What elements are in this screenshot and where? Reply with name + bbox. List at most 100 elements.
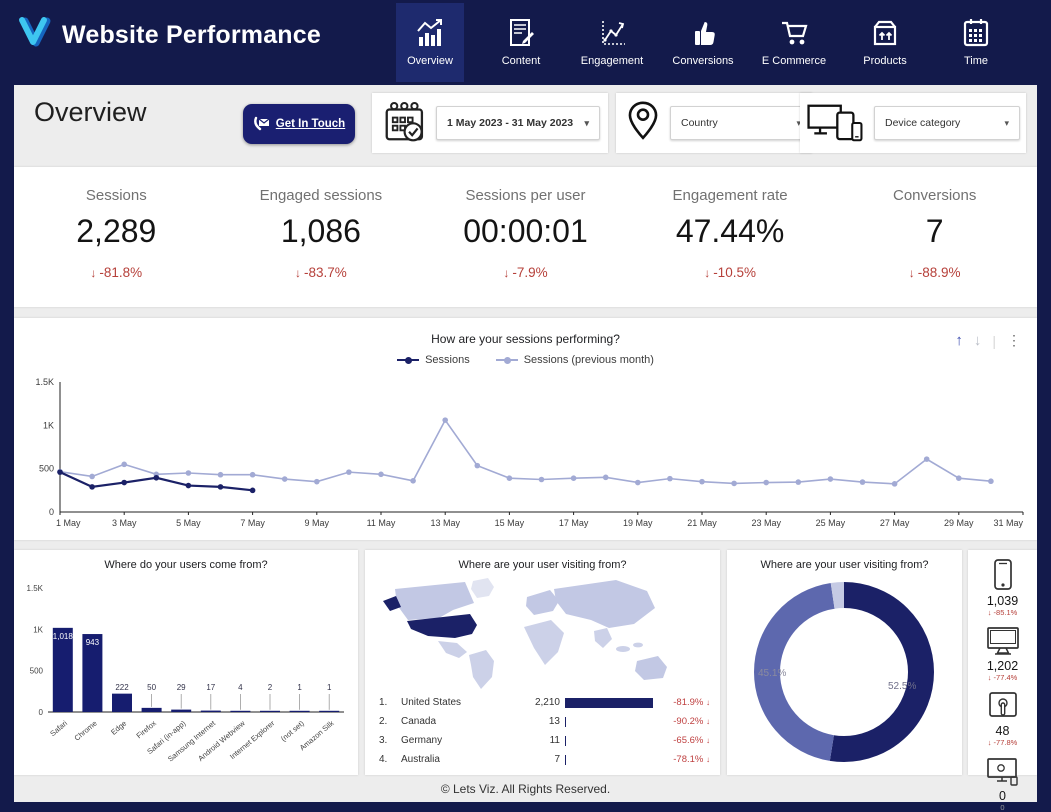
svg-text:1K: 1K: [33, 625, 43, 634]
device-category-value: Device category: [885, 117, 960, 129]
geo-map-panel: Where are your user visiting from? 1.Uni…: [365, 550, 720, 775]
calendar-icon: [960, 18, 992, 48]
kpi-label: Sessions per user: [465, 187, 585, 204]
date-filter-card: 1 May 2023 - 31 May 2023 ▾: [372, 93, 608, 153]
svg-text:15 May: 15 May: [495, 518, 525, 528]
device-kpi-desktop: 1,202 ↓ -77.4%: [968, 625, 1037, 682]
device-donut-chart: 45.1%52.5%: [748, 576, 940, 768]
nav-label: E Commerce: [762, 55, 826, 67]
device-delta: 0: [1000, 803, 1004, 812]
down-arrow-icon: ↓: [706, 736, 710, 745]
nav-item-engagement[interactable]: Engagement: [578, 3, 646, 82]
table-row: 4.Australia 7 -78.1% ↓: [365, 750, 720, 769]
nav-item-time[interactable]: Time: [942, 3, 1010, 82]
table-bar: [565, 736, 566, 746]
device-category-select[interactable]: Device category ▾: [874, 106, 1020, 140]
svg-text:52.5%: 52.5%: [888, 681, 916, 692]
device-value: 1,202: [987, 659, 1018, 673]
caret-down-icon: ▾: [584, 118, 589, 129]
app-header: Website Performance Overview Content: [0, 0, 1051, 85]
svg-text:29: 29: [177, 683, 186, 692]
svg-text:3 May: 3 May: [112, 518, 137, 528]
nav-label: Engagement: [581, 55, 643, 67]
legend-item-sessions-previous: Sessions (previous month): [496, 354, 654, 366]
device-value: 48: [996, 724, 1010, 738]
geo-map-title: Where are your user visiting from?: [365, 559, 720, 571]
kpi-delta: ↓-10.5%: [704, 265, 756, 280]
engagement-icon: [596, 18, 628, 48]
svg-text:222: 222: [115, 683, 129, 692]
legend-marker: [496, 359, 518, 361]
sort-up-icon[interactable]: ↑: [955, 332, 963, 349]
browser-bar-panel: Where do your users come from? 05001K1.5…: [14, 550, 358, 775]
content-icon: [505, 18, 537, 48]
donut-title: Where are your user visiting from?: [727, 559, 962, 571]
svg-text:25 May: 25 May: [816, 518, 846, 528]
table-bar: [565, 698, 653, 708]
svg-text:Firefox: Firefox: [135, 718, 159, 740]
svg-text:9 May: 9 May: [305, 518, 330, 528]
tablet-touch-icon: [986, 690, 1020, 722]
cart-icon: [778, 18, 810, 48]
overview-icon: [414, 18, 446, 48]
nav-label: Conversions: [672, 55, 733, 67]
nav-item-products[interactable]: Products: [851, 3, 919, 82]
table-row: 3.Germany 11 -65.6% ↓: [365, 731, 720, 750]
caret-down-icon: ▾: [1004, 118, 1009, 129]
box-icon: [869, 18, 901, 48]
get-in-touch-button[interactable]: Get In Touch: [243, 104, 355, 144]
device-filter-card: Device category ▾: [800, 93, 1026, 153]
svg-text:0: 0: [49, 507, 54, 517]
nav-item-overview[interactable]: Overview: [396, 3, 464, 82]
down-arrow-icon: ↓: [90, 266, 96, 280]
dashboard-root: { "header": { "title": "Website Performa…: [0, 0, 1051, 802]
kpi-value: 2,289: [76, 213, 156, 250]
device-delta: ↓ -85.1%: [988, 608, 1018, 617]
kebab-menu-icon[interactable]: ⋮: [1007, 332, 1021, 349]
table-row: 1.United States 2,210 -81.9% ↓: [365, 693, 720, 712]
svg-text:5 May: 5 May: [176, 518, 201, 528]
browser-chart-title: Where do your users come from?: [14, 559, 358, 571]
svg-text:Edge: Edge: [109, 719, 128, 737]
svg-text:0: 0: [39, 708, 44, 717]
svg-text:1: 1: [327, 683, 332, 692]
sessions-chart-card: How are your sessions performing? ↑ ↓ | …: [14, 318, 1037, 540]
down-arrow-icon: ↓: [706, 698, 710, 707]
kpi-value: 00:00:01: [463, 213, 588, 250]
kpi-delta: ↓-88.9%: [909, 265, 961, 280]
divider: |: [992, 333, 996, 349]
down-arrow-icon: ↓: [706, 755, 710, 764]
get-in-touch-label: Get In Touch: [276, 118, 345, 130]
down-arrow-icon: ↓: [988, 608, 992, 617]
sort-down-icon[interactable]: ↓: [974, 332, 982, 349]
kpi-conversions: Conversions 7 ↓-88.9%: [832, 167, 1037, 307]
contact-icon: [253, 116, 271, 132]
svg-text:2: 2: [268, 683, 273, 692]
location-pin-icon: [624, 99, 662, 147]
country-select[interactable]: Country ▾: [670, 106, 812, 140]
down-arrow-icon: ↓: [988, 738, 992, 747]
nav-label: Time: [964, 55, 988, 67]
svg-text:23 May: 23 May: [751, 518, 781, 528]
table-row: 2.Canada 13 -90.2% ↓: [365, 712, 720, 731]
svg-text:Safari: Safari: [48, 718, 69, 738]
svg-text:1: 1: [297, 683, 302, 692]
browser-bar-chart: 05001K1.5K1,018Safari943Chrome222Edge50F…: [14, 572, 358, 772]
down-arrow-icon: ↓: [295, 266, 301, 280]
down-arrow-icon: ↓: [706, 717, 710, 726]
thumbs-up-icon: [687, 18, 719, 48]
chart-controls: ↑ ↓ | ⋮: [955, 332, 1021, 349]
date-range-select[interactable]: 1 May 2023 - 31 May 2023 ▾: [436, 106, 600, 140]
geo-table: 1.United States 2,210 -81.9% ↓ 2.Canada …: [365, 693, 720, 769]
kpi-label: Engagement rate: [673, 187, 788, 204]
table-bar: [565, 755, 566, 765]
lets-viz-logo: [16, 12, 56, 52]
svg-text:29 May: 29 May: [944, 518, 974, 528]
nav-item-conversions[interactable]: Conversions: [669, 3, 737, 82]
nav-item-content[interactable]: Content: [487, 3, 555, 82]
nav-item-ecommerce[interactable]: E Commerce: [760, 3, 828, 82]
svg-text:1.5K: 1.5K: [27, 584, 44, 593]
kpi-sessions: Sessions 2,289 ↓-81.8%: [14, 167, 219, 307]
svg-text:(not set): (not set): [279, 718, 306, 743]
svg-text:21 May: 21 May: [687, 518, 717, 528]
